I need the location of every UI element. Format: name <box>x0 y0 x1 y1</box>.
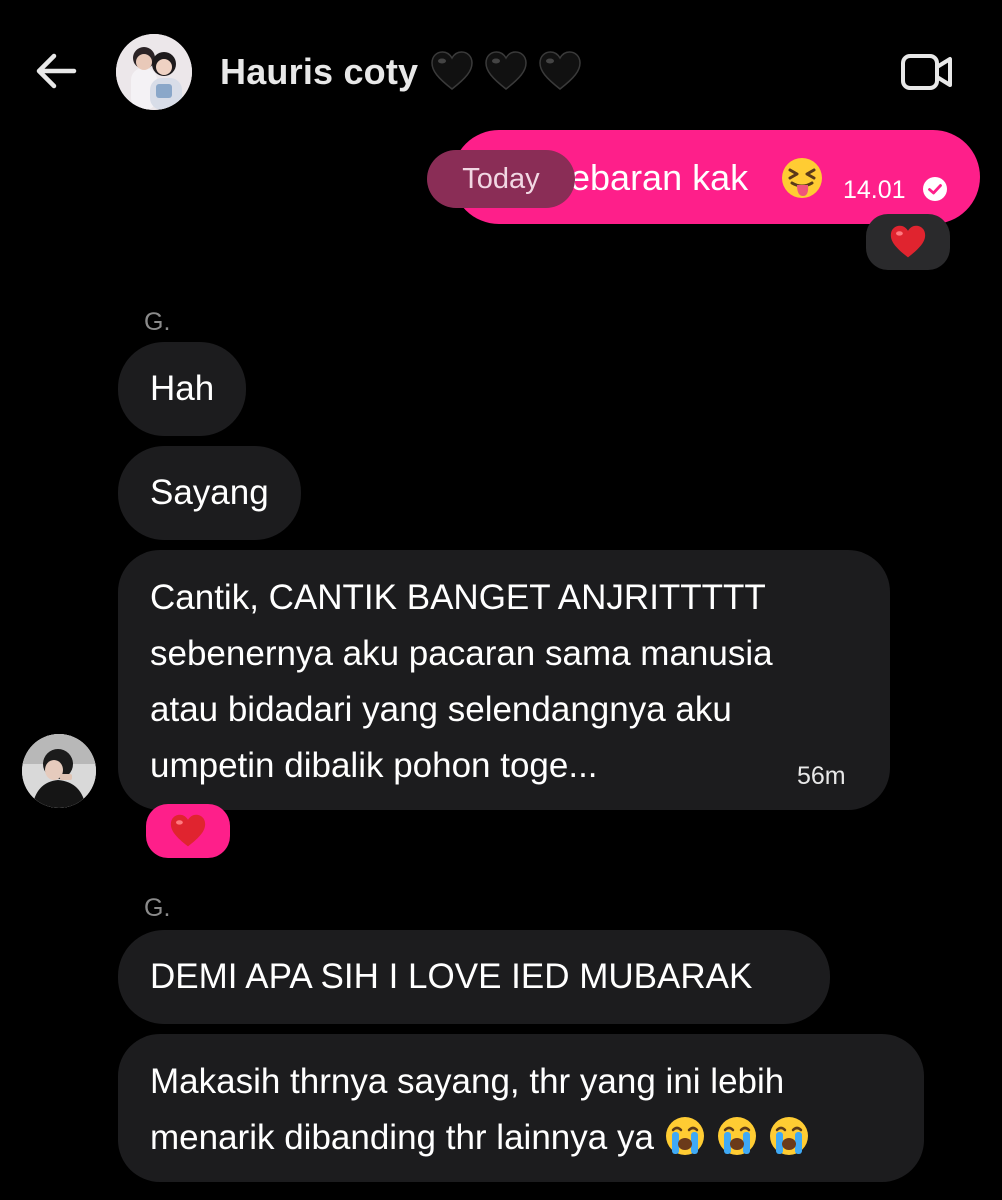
video-call-button[interactable] <box>900 52 954 92</box>
incoming-message-bubble[interactable]: Makasih thrnya sayang, thr yang ini lebi… <box>118 1034 924 1182</box>
read-check-icon <box>923 177 947 201</box>
red-heart-icon <box>170 814 206 847</box>
incoming-reaction[interactable] <box>146 804 230 858</box>
outgoing-message-time: 14.01 <box>843 176 906 204</box>
sender-name: G. <box>144 308 171 336</box>
incoming-message-bubble[interactable]: Cantik, CANTIK BANGET ANJRITTTTT sebener… <box>118 550 890 810</box>
message-line: Makasih thrnya sayang, thr yang ini lebi… <box>150 1062 785 1101</box>
incoming-message-time: 56m <box>797 762 846 790</box>
video-camera-icon <box>901 54 952 90</box>
sender-avatar[interactable] <box>22 734 96 808</box>
date-separator: Today <box>427 150 575 208</box>
message-line: menarik dibanding thr lainnya ya <box>150 1118 654 1157</box>
sender-name: G. <box>144 894 171 922</box>
black-heart-icon <box>485 51 527 90</box>
incoming-message-bubble[interactable]: Sayang <box>118 446 301 540</box>
incoming-message-bubble[interactable]: Hah <box>118 342 247 436</box>
message-text: Hah <box>150 369 215 408</box>
message-text: Sayang <box>150 473 269 512</box>
message-line: umpetin dibalik pohon toge... <box>150 746 598 785</box>
incoming-message-bubble[interactable]: DEMI APA SIH I LOVE IED MUBARAK <box>118 930 830 1024</box>
loudly-crying-face-icon <box>717 1117 756 1155</box>
couple-photo-avatar <box>116 34 192 110</box>
loudly-crying-face-icon <box>769 1117 808 1155</box>
message-line: Cantik, CANTIK BANGET ANJRITTTTT <box>150 578 766 617</box>
loudly-crying-face-icon <box>665 1117 704 1155</box>
red-heart-icon <box>890 225 926 258</box>
outgoing-reaction[interactable] <box>866 214 950 270</box>
message-line-with-emojis: menarik dibanding thr lainnya ya <box>150 1110 892 1166</box>
black-heart-icon <box>431 51 473 90</box>
status-hearts <box>430 50 582 92</box>
person-photo-avatar <box>22 734 96 808</box>
contact-name[interactable]: Hauris coty <box>220 52 418 92</box>
chat-screen: Hauris coty ebaran kak 14.01 Today G. Ha… <box>0 0 1002 1200</box>
contact-avatar[interactable] <box>116 34 192 110</box>
outgoing-message-text: ebaran kak <box>570 157 749 198</box>
black-heart-icon <box>539 51 581 90</box>
message-line: atau bidadari yang selendangnya aku <box>150 690 732 729</box>
message-line: sebenernya aku pacaran sama manusia <box>150 634 773 673</box>
arrow-left-icon <box>36 53 77 89</box>
squinting-tongue-face-icon <box>782 158 822 198</box>
message-text: DEMI APA SIH I LOVE IED MUBARAK <box>150 957 753 996</box>
back-button[interactable] <box>28 46 84 96</box>
